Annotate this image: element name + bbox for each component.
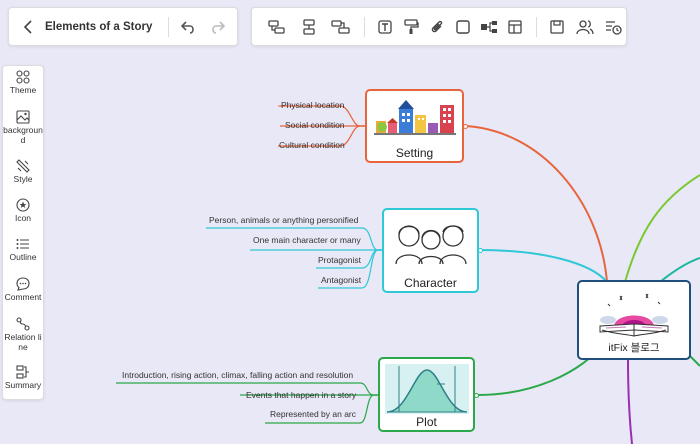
central-topic-title: itFix 블로그	[608, 342, 660, 354]
save-icon	[550, 19, 564, 34]
sidebar-item-label: Relation line	[4, 332, 42, 352]
background-image-icon	[16, 110, 30, 124]
style-brush-icon	[16, 159, 30, 173]
plot-collapse-dot[interactable]	[474, 393, 479, 398]
connector-character	[479, 249, 608, 283]
sidebar-item-summary[interactable]: Summary	[3, 365, 43, 391]
character-node-title: Character	[404, 276, 457, 290]
back-button[interactable]	[17, 16, 39, 38]
connector-branch-green2	[689, 355, 700, 367]
comment-icon	[16, 277, 30, 291]
sidebar-item-label: Style	[13, 174, 33, 184]
plot-child-label[interactable]: Introduction, rising action, climax, fal…	[122, 370, 353, 380]
setting-child-label[interactable]: Social condition	[285, 120, 345, 130]
collaborate-button[interactable]	[574, 16, 596, 38]
setting-child-label[interactable]: Physical location	[281, 100, 344, 110]
sidebar-item-theme[interactable]: Theme	[3, 70, 43, 96]
character-child-label[interactable]: One main character or many	[253, 235, 361, 245]
undo-button[interactable]	[177, 16, 199, 38]
bell-curve-image	[384, 364, 469, 414]
sidebar-item-label: Outline	[9, 252, 37, 262]
setting-node[interactable]: Setting	[365, 89, 464, 163]
divider	[536, 16, 537, 37]
character-child-label[interactable]: Person, animals or anything personified	[209, 215, 358, 225]
history-icon	[606, 20, 622, 35]
sidebar-item-label: background	[3, 125, 43, 145]
connector-button[interactable]	[478, 16, 500, 38]
attachment-icon	[431, 20, 443, 32]
sidebar-item-label: Theme	[9, 85, 37, 95]
character-child-label[interactable]: Antagonist	[321, 275, 361, 285]
sidebar-item-comment[interactable]: Comment	[3, 277, 43, 303]
theme-grid-icon	[16, 70, 30, 84]
shape-button[interactable]	[452, 16, 474, 38]
connector-branch-green	[624, 174, 700, 283]
redo-button[interactable]	[207, 16, 229, 38]
sidebar-item-label: Comment	[4, 292, 42, 302]
relation-line-icon	[16, 317, 30, 331]
connector-setting	[464, 125, 608, 283]
setting-child-label[interactable]: Cultural condition	[279, 140, 345, 150]
connector-branch-teal	[659, 257, 700, 283]
divider	[168, 16, 170, 37]
main-toolbar	[251, 7, 627, 46]
layout-icon	[508, 19, 522, 34]
character-collapse-dot[interactable]	[478, 248, 483, 253]
star-circle-icon	[16, 198, 30, 212]
character-child-label[interactable]: Protagonist	[318, 255, 361, 265]
left-sidebar: Theme background Style Icon Outline Comm…	[2, 65, 44, 400]
connector-branch-purple	[627, 359, 633, 444]
redo-icon	[212, 20, 226, 34]
text-button[interactable]	[374, 16, 396, 38]
chevron-left-icon	[23, 19, 32, 34]
central-topic-node[interactable]: itFix 블로그	[577, 280, 691, 360]
collaborate-icon	[576, 19, 594, 34]
layout-button[interactable]	[504, 16, 526, 38]
setting-node-title: Setting	[395, 146, 434, 160]
sidebar-item-icon[interactable]: Icon	[3, 198, 43, 224]
plot-node[interactable]: Plot	[378, 357, 475, 432]
sidebar-item-outline[interactable]: Outline	[3, 237, 43, 263]
insert-topic-button[interactable]	[266, 16, 288, 38]
format-painter-icon	[404, 18, 419, 34]
sidebar-item-relation-line[interactable]: Relation line	[3, 317, 43, 352]
format-painter-button[interactable]	[400, 16, 422, 38]
summary-icon	[16, 365, 29, 379]
sidebar-item-style[interactable]: Style	[3, 159, 43, 185]
plot-child-label[interactable]: Represented by an arc	[270, 409, 356, 419]
save-button[interactable]	[546, 16, 568, 38]
document-title[interactable]: Elements of a Story	[45, 21, 152, 33]
plot-child-label[interactable]: Events that happen in a story	[246, 390, 356, 400]
sidebar-item-background[interactable]: background	[3, 110, 43, 145]
buildings-image	[373, 100, 456, 135]
character-node[interactable]: Character	[382, 208, 479, 293]
history-button[interactable]	[602, 16, 624, 38]
insert-floating-topic-icon	[331, 19, 350, 34]
document-title-bar: Elements of a Story	[8, 7, 238, 46]
connector-icon	[481, 20, 497, 33]
open-book-image	[599, 293, 669, 337]
text-icon	[378, 19, 392, 34]
characters-image	[394, 225, 467, 265]
attachment-button[interactable]	[426, 16, 448, 38]
shape-icon	[456, 19, 470, 34]
insert-floating-topic-button[interactable]	[330, 16, 352, 38]
outline-list-icon	[16, 239, 29, 249]
insert-subtopic-icon	[303, 18, 315, 35]
setting-collapse-dot[interactable]	[463, 124, 468, 129]
sidebar-item-label: Summary	[4, 380, 42, 390]
plot-node-title: Plot	[416, 415, 437, 429]
divider	[364, 16, 365, 37]
sidebar-item-label: Icon	[14, 213, 32, 223]
insert-topic-icon	[268, 19, 285, 34]
undo-icon	[181, 20, 195, 34]
insert-subtopic-button[interactable]	[298, 16, 320, 38]
